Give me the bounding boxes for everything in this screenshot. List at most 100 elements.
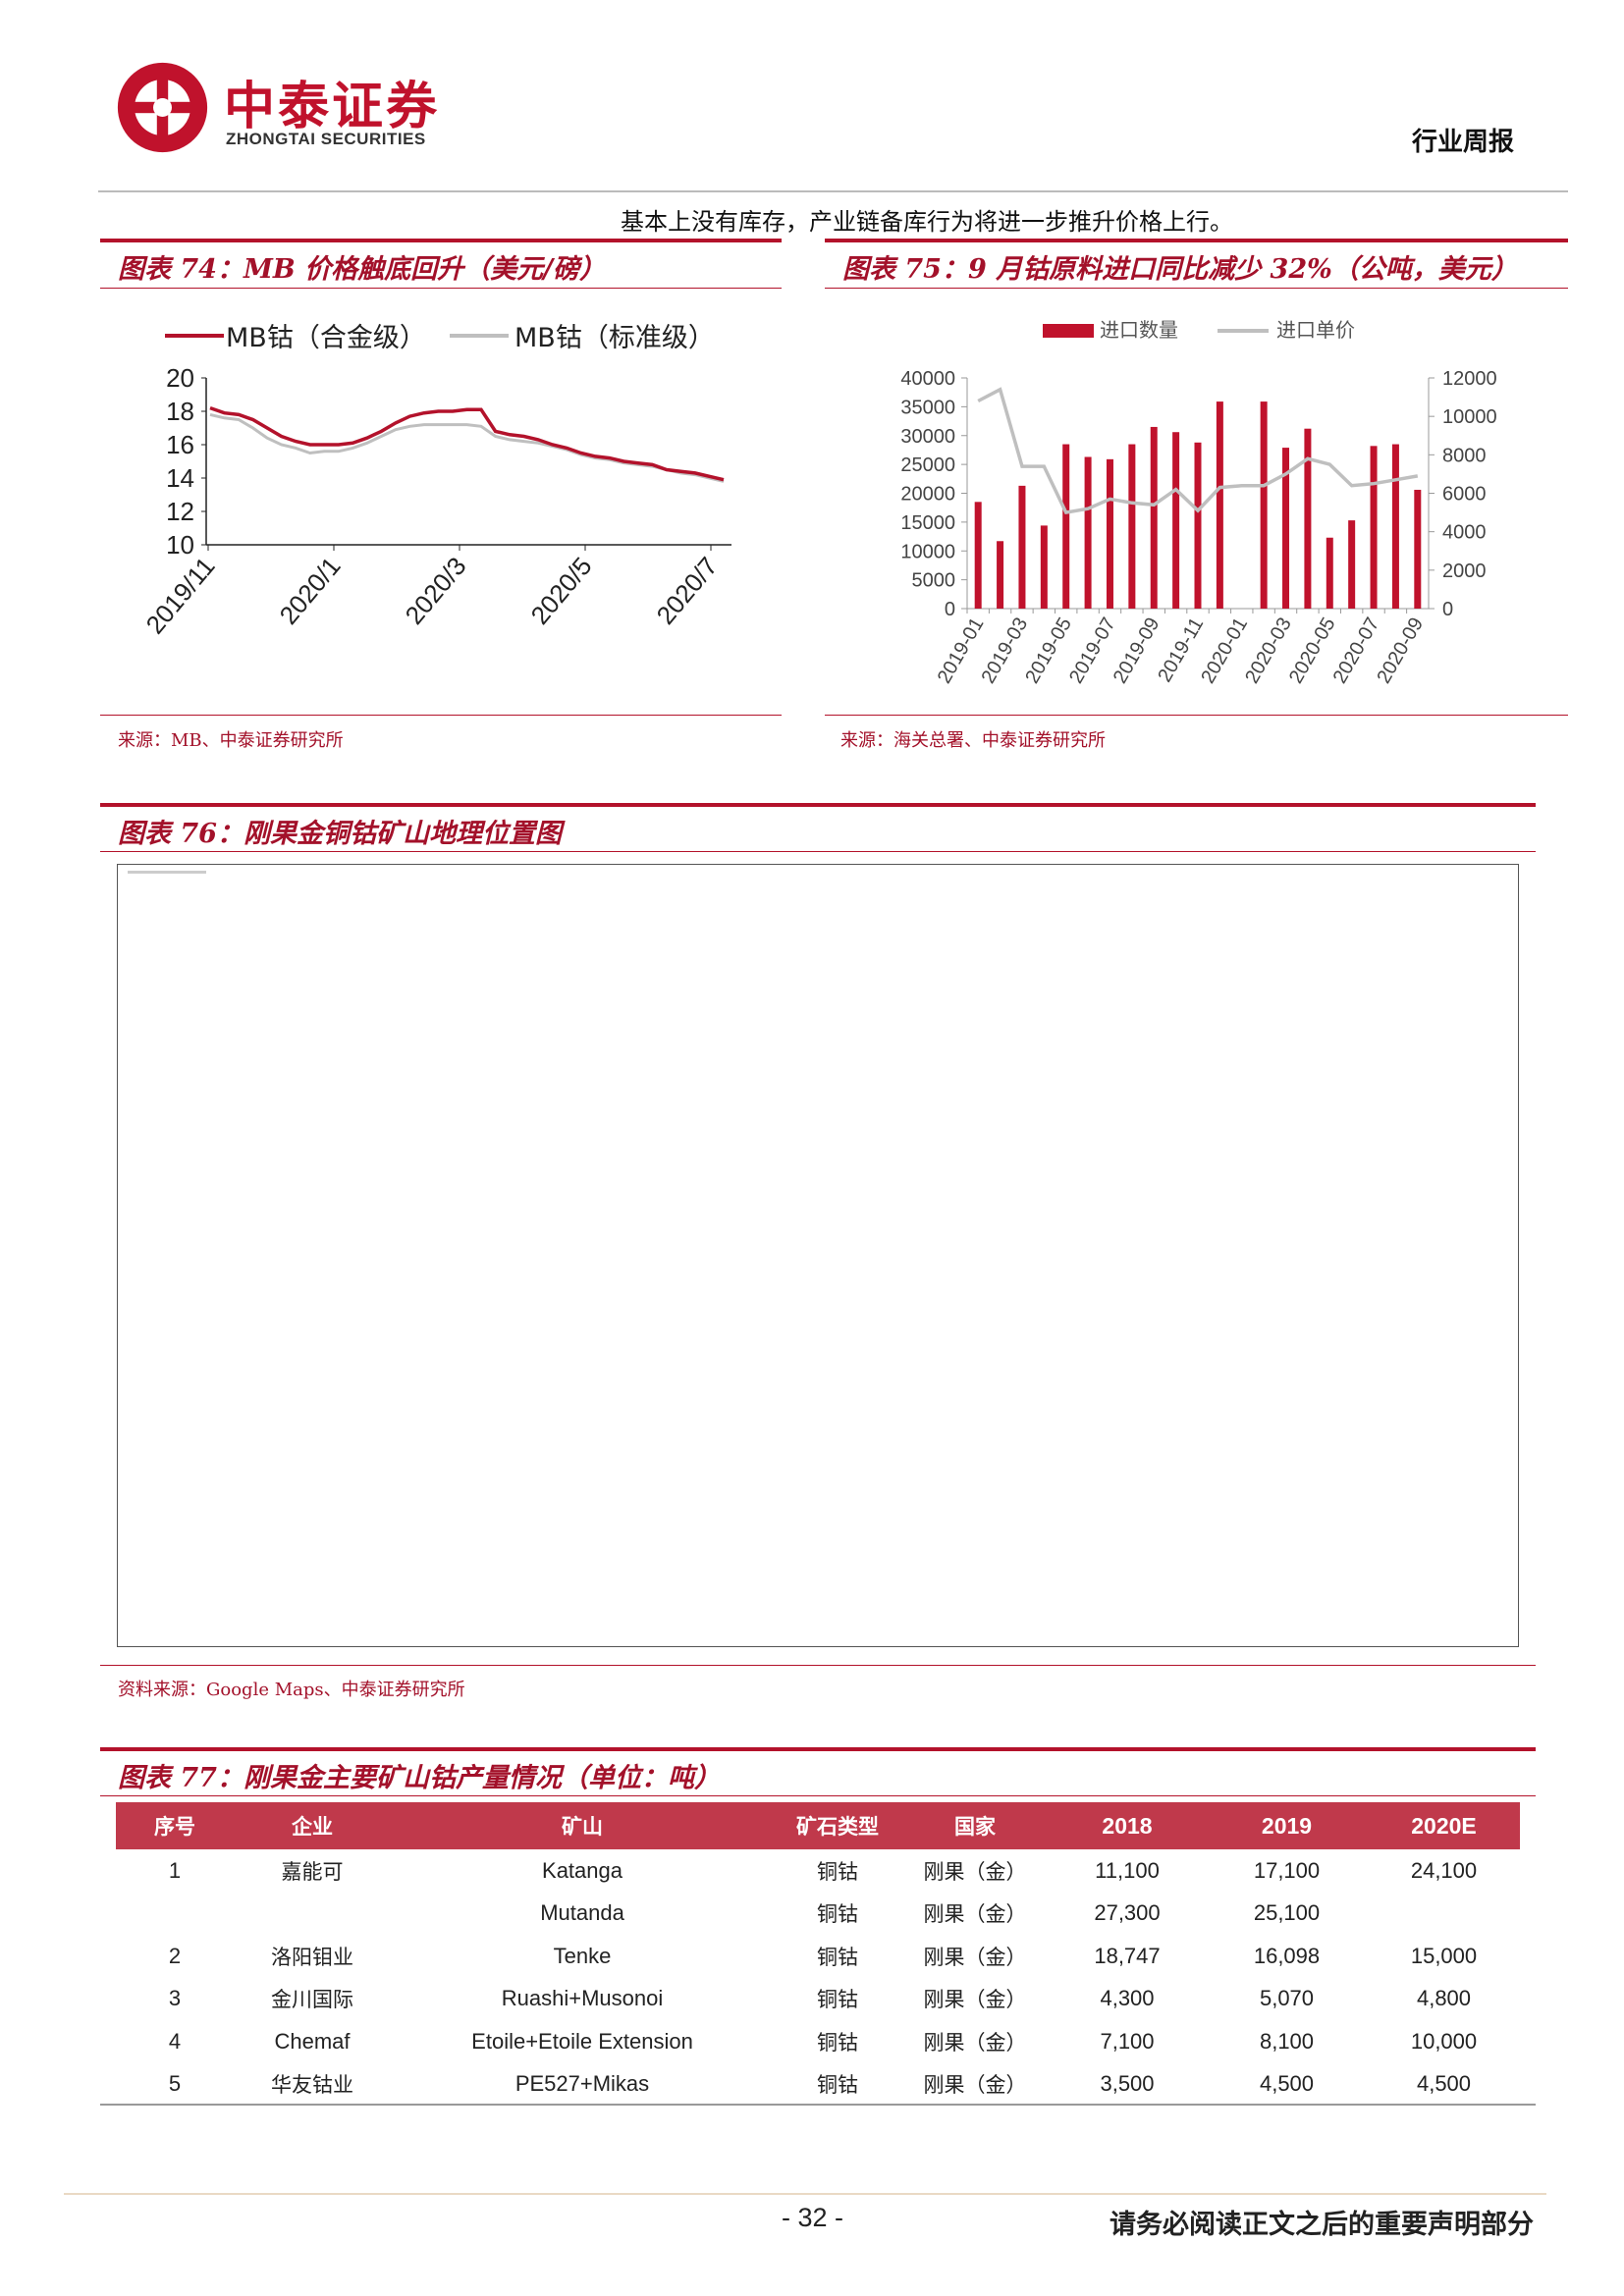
table-row: 1 嘉能可 Katanga 铜钴 刚果（金） 11,100 17,100 24,100	[116, 1849, 1520, 1893]
page-number: - 32 -	[782, 2203, 844, 2232]
table-cell: 铜钴	[817, 1859, 858, 1884]
bar-import-quantity	[1391, 444, 1399, 609]
table-cell: 铜钴	[817, 1902, 858, 1927]
y-left-tick-label: 35000	[900, 397, 955, 418]
fig74-bottom-rule	[100, 715, 782, 716]
table-cell: 金川国际	[271, 1988, 353, 2012]
y-tick-label: 10	[166, 530, 194, 560]
table-cell: Mutanda	[540, 1900, 624, 1926]
table-cell: 嘉能可	[281, 1859, 344, 1884]
legend-swatch-quantity	[1043, 324, 1094, 338]
table-cell: 2	[168, 1943, 182, 1968]
th-index: 序号	[116, 1802, 234, 1849]
legend-swatch-standard	[450, 334, 509, 338]
series-line-alloy	[209, 405, 725, 482]
y-left-tick-label: 30000	[900, 426, 955, 448]
intro-paragraph: 基本上没有库存，产业链备库行为将进一步推升价格上行。	[621, 208, 1233, 236]
bar-import-quantity	[1348, 520, 1356, 609]
table-cell: PE527+Mikas	[514, 2071, 650, 2097]
y-right-tick-label: 8000	[1442, 445, 1487, 466]
y-right-tick-label: 12000	[1442, 368, 1497, 390]
y-left-tick-label: 10000	[900, 541, 955, 562]
zhongtai-logo-icon	[117, 62, 208, 153]
table-cell: Chemaf	[274, 2028, 351, 2054]
x-tick-label: 2019/11	[139, 552, 220, 640]
bar-import-quantity	[1040, 525, 1048, 609]
th-2020e: 2020E	[1368, 1802, 1520, 1849]
report-type: 行业周报	[1411, 128, 1514, 157]
fig74-title: 图表 74：MB 价格触底回升（美元/磅）	[118, 254, 606, 285]
fig77-title-rule	[100, 1795, 1536, 1796]
table-cell: 8,100	[1259, 2028, 1315, 2054]
bar-import-quantity	[1084, 456, 1092, 609]
y-right-tick-label: 6000	[1442, 484, 1487, 506]
table-cell: 18,747	[1094, 1943, 1161, 1968]
y-right-tick-label: 4000	[1442, 522, 1487, 544]
th-ore-type: 矿石类型	[774, 1802, 901, 1849]
y-left-tick-label: 20000	[900, 484, 955, 506]
table-cell: 27,300	[1094, 1900, 1161, 1926]
table-cell: 5	[168, 2071, 182, 2097]
bar-import-quantity	[1370, 446, 1378, 609]
legend-swatch-price	[1218, 329, 1269, 333]
legend-label-quantity: 进口数量	[1100, 318, 1178, 342]
fig74-title-rule	[100, 288, 782, 289]
brand-name-cn: 中泰证券	[224, 78, 441, 136]
table-cell: 铜钴	[817, 2073, 858, 2098]
fig76-source: 资料来源：Google Maps、中泰证券研究所	[118, 1680, 465, 1700]
table-cell: 16,098	[1253, 1943, 1321, 1968]
table-header-row: 序号 企业 矿山 矿石类型 国家 2018 2019 2020E	[116, 1802, 1520, 1849]
map-caption-mark	[128, 871, 206, 874]
table-cell	[234, 1893, 391, 1936]
disclaimer-note: 请务必阅读正文之后的重要声明部分	[1110, 2210, 1534, 2240]
bar-import-quantity	[1106, 458, 1113, 609]
y-left-tick-label: 5000	[912, 570, 956, 592]
fig76-bottom-rule	[100, 1665, 1536, 1666]
x-tick-label: 2020/3	[399, 552, 471, 630]
table-cell: 铜钴	[817, 1988, 858, 2012]
table-cell: 刚果（金）	[923, 2073, 1027, 2098]
table-cell: 15,000	[1410, 1943, 1478, 1968]
y-left-tick-label: 0	[945, 599, 955, 620]
bar-import-quantity	[1304, 428, 1312, 609]
bar-import-quantity	[1414, 489, 1422, 609]
fig77-topbar	[100, 1747, 1536, 1751]
cobalt-output-table: 序号 企业 矿山 矿石类型 国家 2018 2019 2020E 1 嘉能可 Kat…	[116, 1802, 1520, 2106]
table-row: Mutanda 铜钴 刚果（金） 27,300 25,100	[116, 1893, 1520, 1936]
bar-import-quantity	[1326, 537, 1333, 609]
table-cell: 3	[168, 1986, 182, 2011]
table-cell: 华友钴业	[271, 2073, 353, 2098]
table-row: 2 洛阳钼业 Tenke 铜钴 刚果（金） 18,747 16,098 15,000	[116, 1935, 1520, 1978]
table-cell: 刚果（金）	[923, 1988, 1027, 2012]
bar-import-quantity	[1128, 444, 1136, 609]
th-company: 企业	[234, 1802, 391, 1849]
table-cell: 刚果（金）	[923, 2030, 1027, 2055]
table-cell: 24,100	[1410, 1857, 1478, 1883]
bar-import-quantity	[1194, 442, 1202, 609]
table-cell: 铜钴	[817, 1945, 858, 1969]
table-cell: 洛阳钼业	[271, 1945, 353, 1969]
header-divider	[98, 190, 1568, 192]
th-2019: 2019	[1206, 1802, 1368, 1849]
table-cell: Ruashi+Musonoi	[501, 1986, 664, 2011]
table-cell: 4	[168, 2028, 182, 2054]
table-cell: 17,100	[1253, 1857, 1321, 1883]
fig75-title-rule	[825, 288, 1568, 289]
fig75-title: 图表 75：9 月钴原料进口同比减少 32%（公吨，美元）	[842, 254, 1518, 285]
table-cell	[1368, 1893, 1520, 1936]
y-tick-label: 20	[166, 363, 194, 393]
fig76-title-rule	[100, 851, 1536, 852]
bar-import-quantity	[974, 502, 982, 609]
fig75-chart: 4000035000300002500020000150001000050000…	[900, 368, 1497, 687]
fig75-source: 来源：海关总署、中泰证券研究所	[840, 730, 1106, 751]
fig74-chart: 20 18 16 14 12 102019/11 2020/1 2020/3 2020/5 202…	[139, 363, 731, 640]
table-cell: 1	[168, 1857, 182, 1883]
table-bottom-rule	[100, 2104, 1536, 2106]
table-cell: 3,500	[1100, 2071, 1155, 2097]
table-cell: 11,100	[1095, 1857, 1160, 1883]
x-tick-label: 2020/1	[273, 552, 346, 630]
table-cell: 7,100	[1100, 2028, 1155, 2054]
fig77-title: 图表 77：刚果金主要矿山钴产量情况（单位：吨）	[118, 1763, 721, 1793]
fig74-legend: MB钴（合金级） MB钴（标准级）	[157, 316, 766, 355]
fig76-topbar	[100, 803, 1536, 807]
